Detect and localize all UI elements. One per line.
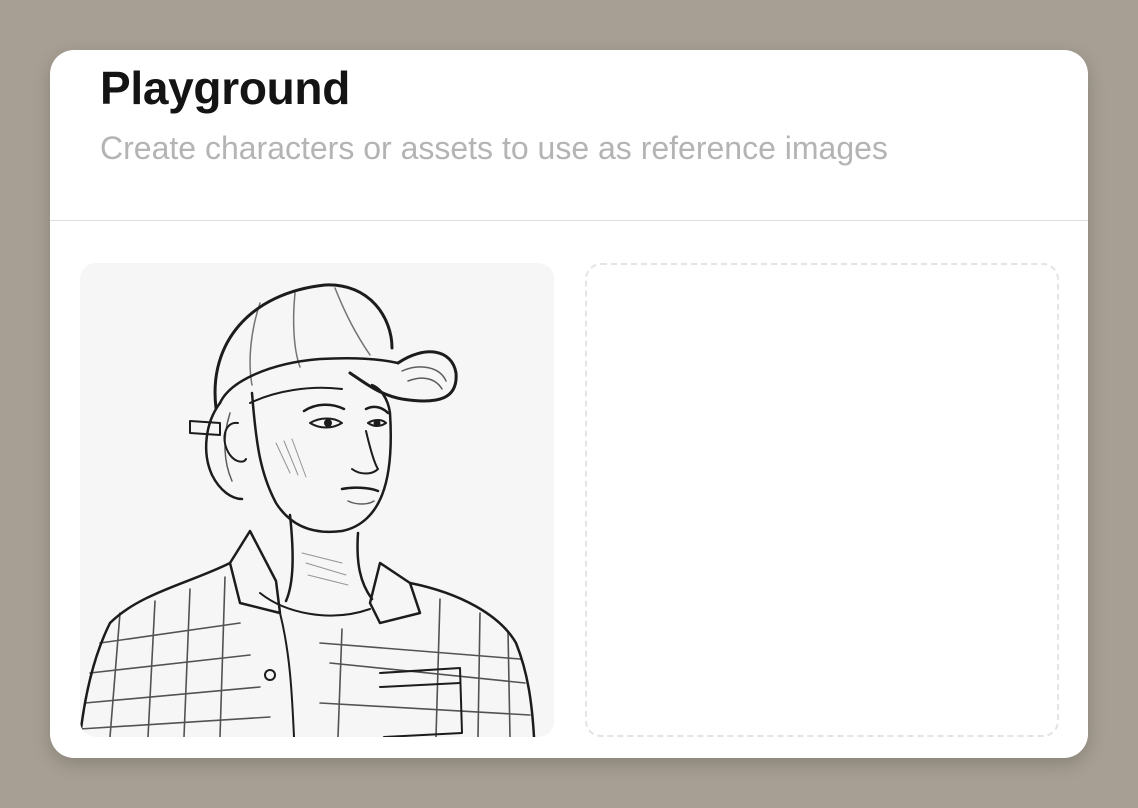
reference-gallery [80,263,1060,738]
header: Playground Create characters or assets t… [50,50,1088,221]
page-title: Playground [100,62,351,114]
sketch-portrait-image [80,283,536,737]
playground-card: Playground Create characters or assets t… [50,50,1088,758]
reference-image-tile[interactable] [80,263,554,737]
empty-image-slot[interactable] [585,263,1059,737]
page-subtitle: Create characters or assets to use as re… [100,130,888,166]
